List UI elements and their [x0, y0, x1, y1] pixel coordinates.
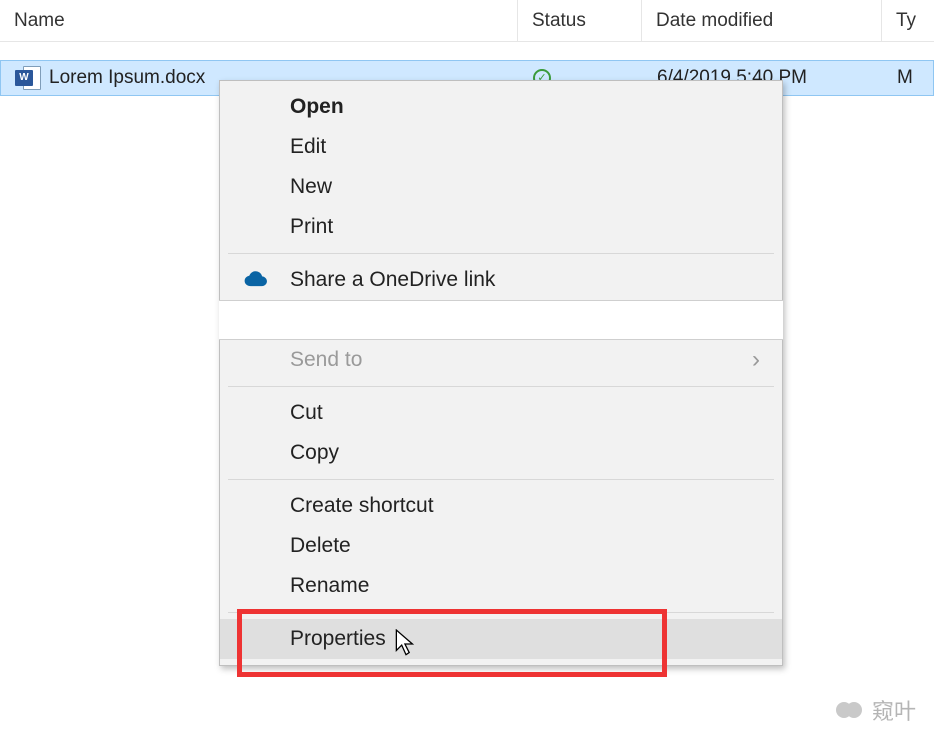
column-header-name[interactable]: Name [0, 0, 518, 41]
menu-item-label: Rename [290, 574, 369, 598]
file-type: M [883, 67, 933, 89]
menu-item-open[interactable]: Open [220, 87, 782, 127]
menu-item-create-shortcut[interactable]: Create shortcut [220, 486, 782, 526]
menu-item-label: Open [290, 95, 344, 119]
menu-item-share-a-onedrive-link[interactable]: Share a OneDrive link [220, 260, 782, 300]
watermark-icon [836, 700, 862, 720]
menu-item-label: Create shortcut [290, 494, 434, 518]
menu-item-new[interactable]: New [220, 167, 782, 207]
menu-item-print[interactable]: Print [220, 207, 782, 247]
file-name: Lorem Ipsum.docx [49, 67, 205, 89]
chevron-right-icon: › [752, 346, 760, 374]
watermark: 窥叶 [836, 694, 916, 726]
menu-cutaway [219, 300, 783, 340]
menu-separator [228, 386, 774, 387]
menu-item-properties[interactable]: Properties [220, 619, 782, 659]
menu-item-label: Share a OneDrive link [290, 268, 495, 292]
column-header-type[interactable]: Ty [882, 0, 934, 41]
menu-item-label: Properties [290, 627, 386, 651]
menu-item-send-to[interactable]: Send to › [220, 340, 782, 380]
menu-item-label: Delete [290, 534, 351, 558]
watermark-text: 窥叶 [872, 694, 916, 726]
menu-item-label: Copy [290, 441, 339, 465]
column-header-row: Name Status Date modified Ty [0, 0, 934, 42]
menu-item-label: Edit [290, 135, 326, 159]
menu-separator [228, 253, 774, 254]
menu-item-copy[interactable]: Copy [220, 433, 782, 473]
column-header-date[interactable]: Date modified [642, 0, 882, 41]
menu-separator [228, 612, 774, 613]
menu-item-rename[interactable]: Rename [220, 566, 782, 606]
menu-separator [228, 479, 774, 480]
menu-item-cut[interactable]: Cut [220, 393, 782, 433]
menu-item-label: Cut [290, 401, 323, 425]
menu-item-label: New [290, 175, 332, 199]
menu-item-label: Print [290, 215, 333, 239]
context-menu: Open Edit New Print Share a OneDrive link Sen… [219, 80, 783, 666]
menu-item-edit[interactable]: Edit [220, 127, 782, 167]
menu-item-delete[interactable]: Delete [220, 526, 782, 566]
word-doc-icon: W [15, 66, 41, 90]
column-header-status[interactable]: Status [518, 0, 642, 41]
onedrive-icon [242, 269, 270, 291]
menu-item-label: Send to [290, 348, 362, 372]
